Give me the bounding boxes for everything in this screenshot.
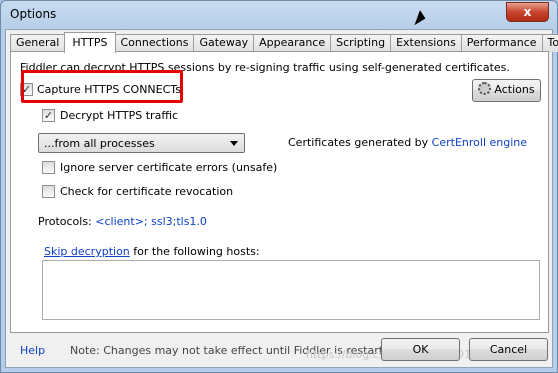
options-window: Options x General HTTPS Connections Gate… [0,0,558,373]
decrypt-https-label: Decrypt HTTPS traffic [60,109,178,122]
tab-appearance[interactable]: Appearance [253,34,331,52]
window-title: Options [10,7,57,21]
help-link[interactable]: Help [20,344,45,357]
skip-decryption-row: Skip decryption for the following hosts: [44,245,260,258]
certenroll-link[interactable]: CertEnroll engine [432,136,527,149]
ignore-errors-label: Ignore server certificate errors (unsafe… [60,161,278,174]
revocation-checkbox[interactable] [42,185,55,198]
process-filter-dropdown[interactable]: ...from all processes [38,133,245,153]
close-button[interactable]: x [506,2,549,22]
tab-https[interactable]: HTTPS [64,32,116,53]
protocols-link[interactable]: <client>; ssl3;tls1.0 [95,215,207,228]
actions-button[interactable]: Actions [472,79,541,102]
tab-tools[interactable]: Tools [541,34,558,52]
skip-decryption-link[interactable]: Skip decryption [44,245,130,258]
revocation-label: Check for certificate revocation [60,185,234,198]
ok-button[interactable]: OK [381,338,460,361]
skip-decryption-suffix: for the following hosts: [129,245,260,258]
gear-icon [478,82,492,95]
process-filter-value: ...from all processes [44,137,155,150]
actions-label: Actions [494,83,535,96]
decrypt-https-checkbox[interactable]: ✓ [42,109,55,122]
tab-gateway[interactable]: Gateway [193,34,254,52]
ignore-errors-checkbox[interactable] [42,161,55,174]
chevron-down-icon [230,141,238,146]
certificates-info: Certificates generated by CertEnroll eng… [288,136,527,149]
tab-extensions[interactable]: Extensions [390,34,461,52]
tab-general[interactable]: General [10,34,65,52]
skip-hosts-textarea[interactable] [42,260,540,320]
tab-performance[interactable]: Performance [460,34,542,52]
protocols-label: Protocols: [38,215,96,228]
tab-strip: General HTTPS Connections Gateway Appear… [10,32,558,53]
red-highlight-box [21,70,183,103]
tab-scripting[interactable]: Scripting [330,34,391,52]
tab-connections[interactable]: Connections [115,34,194,52]
certificates-prefix: Certificates generated by [288,136,432,149]
protocols-row: Protocols: <client>; ssl3;tls1.0 [38,215,207,228]
cancel-button[interactable]: Cancel [469,338,548,361]
title-bar[interactable]: Options x [1,1,557,29]
